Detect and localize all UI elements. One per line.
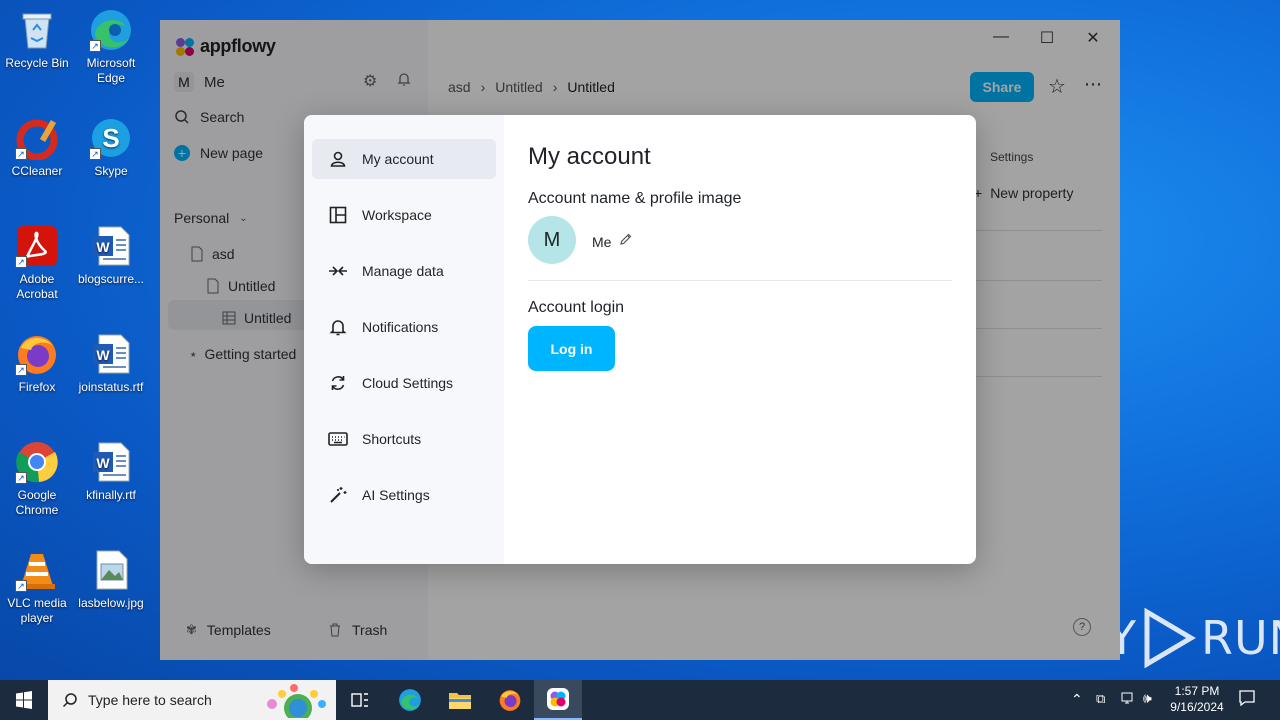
start-button[interactable] xyxy=(0,680,48,720)
folder-icon xyxy=(449,693,471,709)
page-title: My account xyxy=(528,143,651,170)
profile-avatar[interactable]: M xyxy=(528,216,576,264)
firefox-icon xyxy=(499,690,521,711)
desktop-icon-firefox[interactable]: ↗ Firefox xyxy=(0,332,74,395)
appflowy-logo-icon xyxy=(547,688,569,710)
desktop-icon-skype[interactable]: S ↗ Skype xyxy=(74,116,148,179)
speaker-icon[interactable]: 🕪 xyxy=(1143,690,1152,707)
bell-icon xyxy=(328,317,348,337)
taskbar-search-box[interactable]: Type here to search xyxy=(48,680,336,720)
chrome-icon: ↗ xyxy=(15,440,59,484)
shortcut-arrow-icon: ↗ xyxy=(15,580,27,592)
task-view-icon xyxy=(351,693,368,707)
search-highlight-icon xyxy=(260,682,330,720)
svg-text:S: S xyxy=(102,123,119,153)
desktop-icon-lasbelow[interactable]: lasbelow.jpg xyxy=(74,548,148,611)
workspace-icon xyxy=(328,205,348,225)
person-icon xyxy=(328,149,348,169)
taskbar: Type here to search ⌃ ⧉ 🕪 1:57 PM 9/16/2… xyxy=(0,680,1280,720)
edge-icon xyxy=(399,689,421,711)
shortcut-arrow-icon: ↗ xyxy=(15,472,27,484)
arrows-in-icon xyxy=(328,261,348,281)
profile-heading: Account name & profile image xyxy=(528,190,742,207)
word-document-icon: W xyxy=(89,440,133,484)
desktop-icon-blogscurre[interactable]: W blogscurre... xyxy=(74,224,148,287)
vlc-cone-icon: ↗ xyxy=(15,548,59,592)
ccleaner-icon: ↗ xyxy=(15,116,59,161)
word-document-icon: W xyxy=(89,224,133,268)
svg-text:W: W xyxy=(96,455,110,471)
shortcut-arrow-icon: ↗ xyxy=(89,40,101,52)
login-heading: Account login xyxy=(528,299,625,316)
shortcut-arrow-icon: ↗ xyxy=(15,364,27,376)
desktop-icon-vlc[interactable]: ↗ VLC media player xyxy=(0,548,74,626)
desktop-icon-kfinally[interactable]: W kfinally.rtf xyxy=(74,440,148,503)
firefox-icon: ↗ xyxy=(15,332,59,376)
account-name-row: Me xyxy=(592,232,633,251)
edit-pencil-icon[interactable] xyxy=(619,232,633,251)
nav-my-account[interactable]: My account xyxy=(312,139,496,179)
word-document-icon: W xyxy=(89,332,133,376)
magic-wand-icon xyxy=(328,485,348,505)
windows-logo-icon xyxy=(16,691,32,709)
account-panel: My account Account name & profile image … xyxy=(528,115,952,564)
system-clock[interactable]: 1:57 PM 9/16/2024 xyxy=(1166,683,1228,715)
nav-notifications[interactable]: Notifications xyxy=(312,307,496,347)
taskbar-edge[interactable] xyxy=(386,680,434,720)
shortcut-arrow-icon: ↗ xyxy=(89,148,101,160)
svg-text:W: W xyxy=(96,239,110,255)
recycle-bin-icon xyxy=(15,8,59,52)
skype-icon: S ↗ xyxy=(89,116,133,160)
clock-date: 9/16/2024 xyxy=(1170,700,1224,714)
shortcut-arrow-icon: ↗ xyxy=(15,256,27,268)
acrobat-icon: ↗ xyxy=(15,224,59,268)
settings-dialog: My account Workspace Manage data Notific… xyxy=(304,115,976,564)
keyboard-icon xyxy=(328,429,348,449)
notification-center-icon[interactable] xyxy=(1238,689,1256,712)
chevron-up-icon[interactable]: ⌃ xyxy=(1071,691,1083,708)
play-logo-icon xyxy=(1144,608,1196,668)
nav-cloud-settings[interactable]: Cloud Settings xyxy=(312,363,496,403)
section-divider xyxy=(528,280,952,281)
login-button[interactable]: Log in xyxy=(528,326,615,371)
search-icon xyxy=(62,693,77,708)
network-icon[interactable] xyxy=(1120,690,1136,711)
account-name: Me xyxy=(592,233,612,250)
shortcut-arrow-icon: ↗ xyxy=(15,148,27,160)
sync-icon xyxy=(328,373,348,393)
desktop-icon-edge[interactable]: ↗ Microsoft Edge xyxy=(74,8,148,86)
device-icon[interactable]: ⧉ xyxy=(1096,691,1105,707)
desktop-icon-recycle-bin[interactable]: Recycle Bin xyxy=(0,8,74,71)
nav-manage-data[interactable]: Manage data xyxy=(312,251,496,291)
nav-ai-settings[interactable]: AI Settings xyxy=(312,475,496,515)
desktop-icon-joinstatus[interactable]: W joinstatus.rtf xyxy=(74,332,148,395)
taskbar-appflowy-active[interactable] xyxy=(534,680,582,720)
nav-workspace[interactable]: Workspace xyxy=(312,195,496,235)
desktop-icon-google-chrome[interactable]: ↗ Google Chrome xyxy=(0,440,74,518)
nav-shortcuts[interactable]: Shortcuts xyxy=(312,419,496,459)
desktop-icon-ccleaner[interactable]: ↗ CCleaner xyxy=(0,116,74,179)
task-view-button[interactable] xyxy=(336,680,384,720)
settings-nav: My account Workspace Manage data Notific… xyxy=(304,115,504,564)
desktop-icon-adobe-acrobat[interactable]: ↗ Adobe Acrobat xyxy=(0,224,74,302)
image-file-icon xyxy=(89,548,133,592)
search-placeholder: Type here to search xyxy=(88,692,212,708)
clock-time: 1:57 PM xyxy=(1174,684,1220,698)
edge-icon: ↗ xyxy=(89,8,133,52)
taskbar-file-explorer[interactable] xyxy=(436,680,484,720)
svg-text:W: W xyxy=(96,347,110,363)
taskbar-firefox[interactable] xyxy=(486,680,534,720)
